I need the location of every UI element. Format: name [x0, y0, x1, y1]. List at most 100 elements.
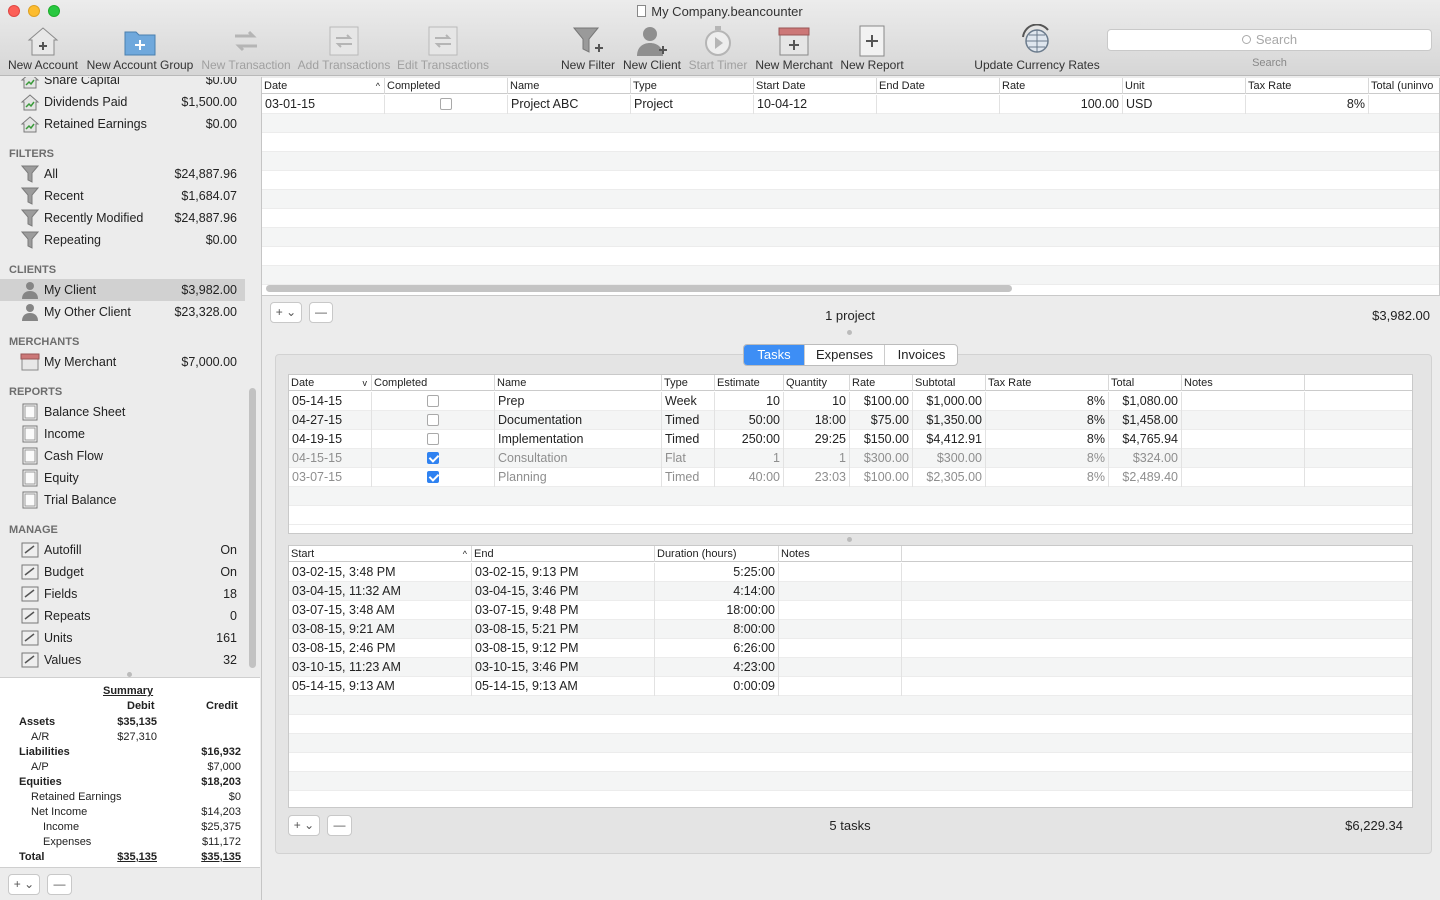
- cell-tax[interactable]: 8%: [986, 411, 1109, 430]
- table-row[interactable]: 04-27-15 Documentation Timed 50:00 18:00 $75.…: [289, 411, 1412, 430]
- cell-quantity[interactable]: 29:25: [784, 430, 850, 449]
- new-client-button[interactable]: New Client: [620, 24, 684, 72]
- table-row[interactable]: 04-15-15 Consultation Flat 1 1 $300.00 $300.00…: [289, 449, 1412, 468]
- column-header-start[interactable]: Start ^: [289, 546, 472, 562]
- cell-notes[interactable]: [779, 620, 902, 639]
- table-row[interactable]: 03-07-15, 3:48 AM 03-07-15, 9:48 PM 18:00:…: [289, 601, 1412, 620]
- sidebar-item-autofill[interactable]: Autofill On: [0, 539, 245, 561]
- sidebar-item-values[interactable]: Values 32: [0, 649, 245, 671]
- column-header-completed[interactable]: Completed: [385, 78, 508, 94]
- column-header-date[interactable]: Date ^: [262, 78, 385, 94]
- sidebar-item-all[interactable]: All $24,887.96: [0, 163, 245, 185]
- table-row[interactable]: [289, 753, 1412, 772]
- column-header-start-date[interactable]: Start Date: [754, 78, 877, 94]
- cell-estimate[interactable]: 50:00: [715, 411, 784, 430]
- cell-unit[interactable]: USD: [1123, 95, 1246, 114]
- add-account-button[interactable]: + ⌄: [8, 874, 40, 895]
- cell-start[interactable]: 03-02-15, 3:48 PM: [289, 563, 472, 582]
- start-timer-button[interactable]: Start Timer: [686, 24, 750, 72]
- cell-start[interactable]: 03-08-15, 2:46 PM: [289, 639, 472, 658]
- column-header-notes[interactable]: Notes: [1182, 375, 1305, 391]
- add-task-button[interactable]: + ⌄: [288, 815, 320, 836]
- cell-duration[interactable]: 18:00:00: [655, 601, 779, 620]
- column-header-estimate[interactable]: Estimate: [715, 375, 784, 391]
- cell-duration[interactable]: 4:14:00: [655, 582, 779, 601]
- completed-checkbox[interactable]: [427, 395, 439, 407]
- table-row[interactable]: 05-14-15, 9:13 AM 05-14-15, 9:13 AM 0:00:0…: [289, 677, 1412, 696]
- cell-rate[interactable]: $150.00: [850, 430, 913, 449]
- column-header-rate[interactable]: Rate: [1000, 78, 1123, 94]
- sidebar-item-fields[interactable]: Fields 18: [0, 583, 245, 605]
- cell-date[interactable]: 04-19-15: [289, 430, 372, 449]
- cell-start[interactable]: 03-07-15, 3:48 AM: [289, 601, 472, 620]
- column-header-subtotal[interactable]: Subtotal: [913, 375, 986, 391]
- table-row[interactable]: 03-07-15 Planning Timed 40:00 23:03 $100.00 $2…: [289, 468, 1412, 487]
- cell-subtotal[interactable]: $1,000.00: [913, 392, 986, 411]
- cell-name[interactable]: Consultation: [495, 449, 662, 468]
- table-row[interactable]: [289, 696, 1412, 715]
- cell-name[interactable]: Documentation: [495, 411, 662, 430]
- tab-invoices[interactable]: Invoices: [884, 345, 957, 365]
- table-row[interactable]: [289, 734, 1412, 753]
- cell-notes[interactable]: [1182, 411, 1305, 430]
- column-header-unit[interactable]: Unit: [1123, 78, 1246, 94]
- new-report-button[interactable]: New Report: [838, 24, 906, 72]
- sidebar-item-retained-earnings[interactable]: Retained Earnings $0.00: [0, 113, 245, 135]
- sidebar-item-share-capital[interactable]: Share Capital $0.00: [0, 77, 245, 91]
- new-account-button[interactable]: New Account: [4, 24, 82, 72]
- cell-completed[interactable]: [385, 95, 508, 114]
- cell-start[interactable]: 05-14-15, 9:13 AM: [289, 677, 472, 696]
- cell-tax[interactable]: 8%: [986, 392, 1109, 411]
- cell-end[interactable]: 05-14-15, 9:13 AM: [472, 677, 655, 696]
- table-row[interactable]: [262, 171, 1439, 190]
- cell-total[interactable]: $1,080.00: [1109, 392, 1182, 411]
- cell-subtotal[interactable]: $2,305.00: [913, 468, 986, 487]
- column-header-total-uninvo[interactable]: Total (uninvo: [1369, 78, 1439, 94]
- cell-end[interactable]: 03-10-15, 3:46 PM: [472, 658, 655, 677]
- cell-end[interactable]: 03-07-15, 9:48 PM: [472, 601, 655, 620]
- sidebar-scrollbar[interactable]: [249, 388, 256, 668]
- cell-estimate[interactable]: 10: [715, 392, 784, 411]
- column-header-total[interactable]: Total: [1109, 375, 1182, 391]
- tab-expenses[interactable]: Expenses: [804, 345, 884, 365]
- cell-notes[interactable]: [779, 582, 902, 601]
- column-header-end-date[interactable]: End Date: [877, 78, 1000, 94]
- column-header-tax-rate[interactable]: Tax Rate: [1246, 78, 1369, 94]
- cell-rate[interactable]: $300.00: [850, 449, 913, 468]
- cell-duration[interactable]: 8:00:00: [655, 620, 779, 639]
- cell-estimate[interactable]: 40:00: [715, 468, 784, 487]
- cell-notes[interactable]: [1182, 449, 1305, 468]
- cell-notes[interactable]: [779, 677, 902, 696]
- sidebar-item-my-client[interactable]: My Client $3,982.00: [0, 279, 245, 301]
- column-header-name[interactable]: Name: [508, 78, 631, 94]
- cell-quantity[interactable]: 1: [784, 449, 850, 468]
- cell-date[interactable]: 04-27-15: [289, 411, 372, 430]
- column-header-type[interactable]: Type: [631, 78, 754, 94]
- sidebar-item-budget[interactable]: Budget On: [0, 561, 245, 583]
- table-row[interactable]: 03-10-15, 11:23 AM 03-10-15, 3:46 PM 4:23:…: [289, 658, 1412, 677]
- table-row[interactable]: [289, 715, 1412, 734]
- cell-quantity[interactable]: 10: [784, 392, 850, 411]
- cell-completed[interactable]: [372, 468, 495, 487]
- cell-end[interactable]: 03-08-15, 5:21 PM: [472, 620, 655, 639]
- cell-total[interactable]: $324.00: [1109, 449, 1182, 468]
- table-row[interactable]: 05-14-15 Prep Week 10 10 $100.00 $1,000.00 8% $1…: [289, 392, 1412, 411]
- table-row[interactable]: 03-01-15 Project ABC Project 10-04-12 100.00…: [262, 95, 1439, 114]
- sidebar-item-repeats[interactable]: Repeats 0: [0, 605, 245, 627]
- cell-name[interactable]: Project ABC: [508, 95, 631, 114]
- table-row[interactable]: [289, 791, 1412, 807]
- cell-type[interactable]: Project: [631, 95, 754, 114]
- cell-tax[interactable]: 8%: [986, 468, 1109, 487]
- cell-rate[interactable]: $100.00: [850, 468, 913, 487]
- sidebar-item-income[interactable]: Income: [0, 423, 245, 445]
- sidebar-item-dividends-paid[interactable]: Dividends Paid $1,500.00: [0, 91, 245, 113]
- cell-estimate[interactable]: 250:00: [715, 430, 784, 449]
- add-transactions-button[interactable]: Add Transactions: [296, 24, 392, 72]
- cell-tax[interactable]: 8%: [1246, 95, 1369, 114]
- split-handle[interactable]: [847, 330, 852, 335]
- sidebar-item-my-merchant[interactable]: My Merchant $7,000.00: [0, 351, 245, 373]
- sidebar-item-repeating[interactable]: Repeating $0.00: [0, 229, 245, 251]
- cell-tax[interactable]: 8%: [986, 449, 1109, 468]
- column-header-tax-rate[interactable]: Tax Rate: [986, 375, 1109, 391]
- cell-type[interactable]: Timed: [662, 468, 715, 487]
